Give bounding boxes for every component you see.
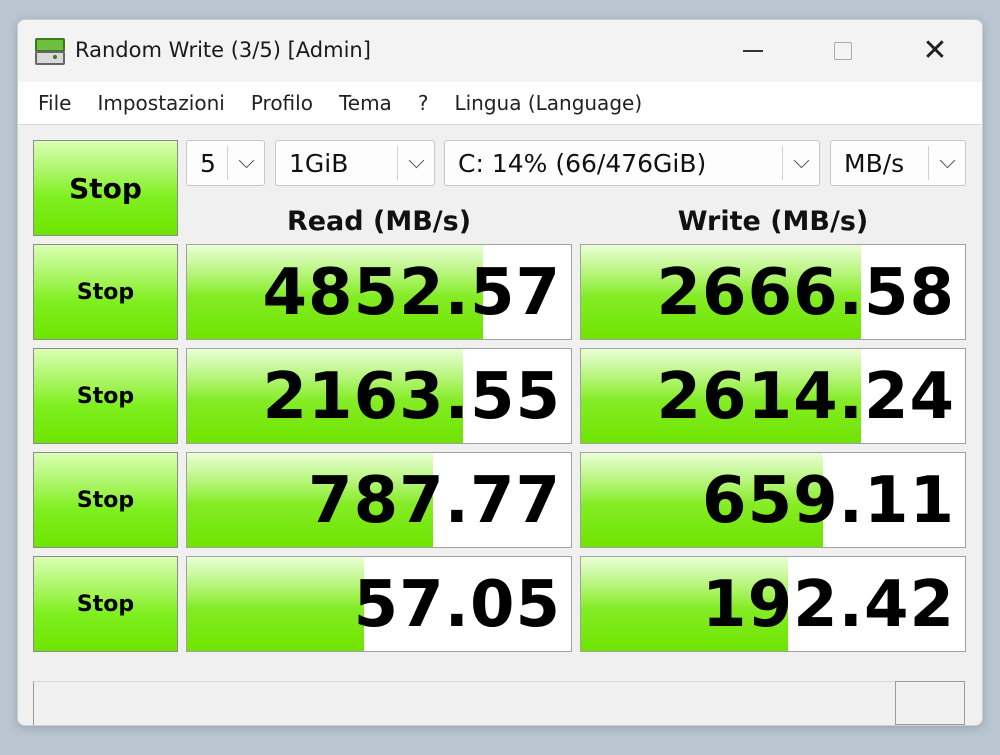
- test-size-select[interactable]: 1GiB: [275, 140, 435, 186]
- menu-theme[interactable]: Tema: [333, 91, 398, 115]
- row-2-write-value: 2614.24: [656, 360, 955, 434]
- row-2-write-result: 2614.24: [580, 348, 966, 444]
- menu-bar: File Impostazioni Profilo Tema ? Lingua …: [18, 82, 982, 124]
- row-3-read-value: 787.77: [308, 464, 561, 538]
- drive-value: C: 14% (66/476GiB): [458, 148, 707, 178]
- write-column-header: Write (MB/s): [677, 206, 869, 237]
- row-4-read-bar: [187, 557, 364, 651]
- status-comment-field[interactable]: [33, 681, 905, 725]
- minimize-icon: [743, 50, 763, 52]
- menu-profile[interactable]: Profilo: [245, 91, 319, 115]
- title-bar[interactable]: Random Write (3/5) [Admin] ✕: [18, 20, 982, 82]
- row-2-stop-button[interactable]: Stop: [33, 348, 178, 444]
- maximize-icon: [834, 42, 852, 60]
- row-1-stop-button[interactable]: Stop: [33, 244, 178, 340]
- app-drive-icon: [33, 36, 65, 66]
- row-4-read-value: 57.05: [353, 568, 561, 642]
- test-count-select[interactable]: 5: [186, 140, 265, 186]
- drive-select[interactable]: C: 14% (66/476GiB): [444, 140, 820, 186]
- close-button[interactable]: ✕: [890, 20, 980, 82]
- row-2-read-result: 2163.55: [186, 348, 572, 444]
- menu-settings[interactable]: Impostazioni: [91, 91, 230, 115]
- row-3-read-result: 787.77: [186, 452, 572, 548]
- row-1-write-result: 2666.58: [580, 244, 966, 340]
- row-4-write-result: 192.42: [580, 556, 966, 652]
- app-window: Random Write (3/5) [Admin] ✕ File Impost…: [17, 19, 983, 726]
- row-3-write-result: 659.11: [580, 452, 966, 548]
- row-2-read-value: 2163.55: [262, 360, 561, 434]
- chevron-down-icon: [398, 152, 434, 168]
- chevron-down-icon: [228, 152, 264, 168]
- test-size-value: 1GiB: [289, 148, 349, 178]
- minimize-button[interactable]: [708, 20, 798, 82]
- menu-file[interactable]: File: [32, 91, 77, 115]
- unit-select[interactable]: MB/s: [830, 140, 966, 186]
- status-indicator-box: [895, 681, 965, 725]
- row-4-read-result: 57.05: [186, 556, 572, 652]
- row-4-write-value: 192.42: [702, 568, 955, 642]
- menu-help[interactable]: ?: [412, 91, 435, 115]
- test-count-value: 5: [200, 148, 216, 178]
- maximize-button[interactable]: [798, 20, 888, 82]
- row-1-read-value: 4852.57: [262, 256, 561, 330]
- menu-language[interactable]: Lingua (Language): [448, 91, 648, 115]
- row-4-stop-button[interactable]: Stop: [33, 556, 178, 652]
- close-icon: ✕: [922, 33, 948, 68]
- read-column-header: Read (MB/s): [286, 206, 472, 237]
- stop-all-button[interactable]: Stop: [33, 140, 178, 236]
- window-title: Random Write (3/5) [Admin]: [75, 38, 371, 62]
- benchmark-panel: Stop 5 1GiB C: 14% (66/476GiB) MB/s Read…: [18, 124, 982, 725]
- chevron-down-icon: [783, 152, 819, 168]
- row-3-stop-button[interactable]: Stop: [33, 452, 178, 548]
- unit-value: MB/s: [844, 148, 905, 178]
- chevron-down-icon: [929, 152, 965, 168]
- row-1-write-value: 2666.58: [656, 256, 955, 330]
- row-3-write-value: 659.11: [702, 464, 955, 538]
- row-1-read-result: 4852.57: [186, 244, 572, 340]
